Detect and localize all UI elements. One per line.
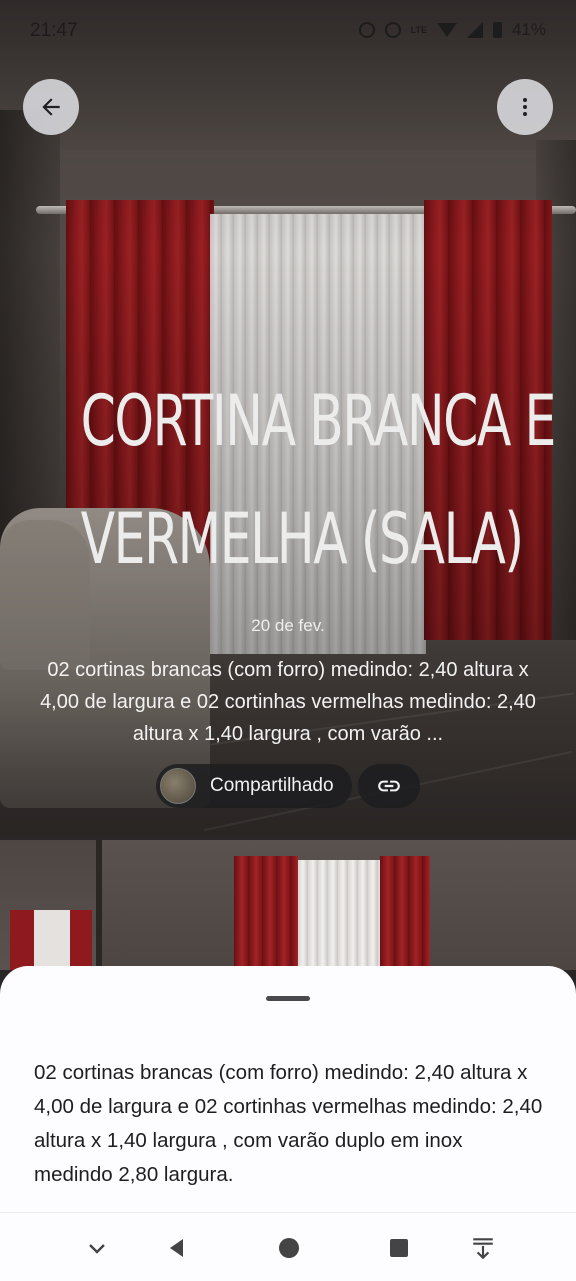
- copy-link-button[interactable]: [357, 764, 420, 808]
- title-line-1: CORTINA BRANCA E: [80, 380, 557, 462]
- scroll-down-button[interactable]: [468, 1233, 498, 1263]
- recents-square-icon: [390, 1239, 408, 1257]
- avatar: [160, 768, 196, 804]
- status-time: 21:47: [30, 20, 78, 41]
- nav-home-button[interactable]: [274, 1233, 304, 1263]
- back-triangle-icon: [170, 1239, 183, 1257]
- more-vert-icon: [523, 98, 527, 116]
- full-description: 02 cortinas brancas (com forro) medindo:…: [34, 1061, 543, 1186]
- memory-date: 20 de fev.: [251, 616, 325, 635]
- status-bar: 21:47 LTE 41%: [0, 0, 576, 62]
- battery-icon: [492, 22, 502, 38]
- sheet-drag-handle[interactable]: [266, 996, 310, 1001]
- volte-icon: LTE: [410, 24, 427, 35]
- wifi-icon: [436, 23, 457, 37]
- arrow-left-icon: [42, 98, 60, 116]
- photo-strip: [0, 840, 576, 970]
- collapse-button[interactable]: [82, 1233, 112, 1263]
- nav-recents-button[interactable]: [384, 1233, 414, 1263]
- alarm-icon: [358, 22, 375, 38]
- photo-thumbnail[interactable]: [0, 840, 96, 970]
- chevron-down-icon: [89, 1244, 105, 1254]
- title-line-2: VERMELHA (SALA): [80, 498, 524, 580]
- memory-title: CORTINA BRANCA E VERMELHA (SALA): [80, 362, 557, 598]
- signal-icon: [466, 22, 483, 38]
- scroll-down-icon: [473, 1238, 493, 1260]
- details-sheet[interactable]: 02 cortinas brancas (com forro) medindo:…: [0, 966, 576, 1216]
- share-row: Compartilhado: [156, 764, 420, 808]
- battery-percent: 41%: [511, 20, 546, 39]
- nav-back-button[interactable]: [162, 1233, 192, 1263]
- link-icon: [377, 780, 400, 792]
- shared-chip[interactable]: Compartilhado: [156, 764, 352, 808]
- system-nav-bar: [0, 1212, 576, 1281]
- shared-label: Compartilhado: [210, 775, 334, 796]
- home-circle-icon: [279, 1238, 299, 1258]
- description-preview[interactable]: 02 cortinas brancas (com forro) medindo:…: [28, 654, 548, 750]
- do-not-disturb-icon: [384, 22, 401, 38]
- back-button[interactable]: [23, 79, 79, 135]
- photo-thumbnail[interactable]: [102, 840, 576, 970]
- more-options-button[interactable]: [497, 79, 553, 135]
